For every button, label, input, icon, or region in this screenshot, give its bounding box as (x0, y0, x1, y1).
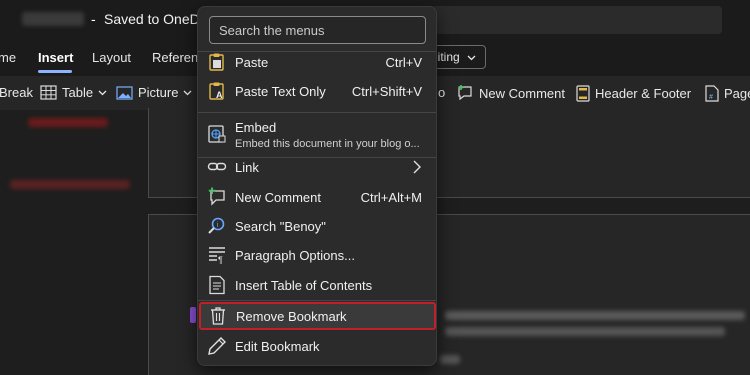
chevron-down-icon (98, 90, 107, 95)
menu-item-label: Search "Benoy" (235, 219, 326, 234)
menu-item-label: Paragraph Options... (235, 248, 355, 263)
table-icon (40, 85, 57, 100)
svg-text:¶: ¶ (218, 255, 223, 265)
break-button[interactable]: Break (0, 85, 33, 100)
chevron-down-icon (467, 55, 476, 61)
menu-item-insert-toc[interactable]: Insert Table of Contents (198, 271, 436, 299)
tab-home[interactable]: me (0, 50, 16, 65)
header-footer-label: Header & Footer (595, 86, 692, 101)
paste-text-only-icon: A (209, 82, 224, 100)
menu-item-label: Embed (235, 120, 277, 135)
menu-divider (198, 300, 436, 301)
header-footer-icon (576, 85, 590, 102)
menu-item-label: Remove Bookmark (236, 309, 347, 324)
tab-references[interactable]: Referen (152, 50, 198, 65)
menu-item-edit-bookmark[interactable]: Edit Bookmark (198, 332, 436, 360)
title-search-box[interactable] (420, 6, 722, 34)
picture-button[interactable]: Picture (116, 85, 192, 100)
partial-toolbar-button[interactable]: o (438, 85, 445, 100)
blurred-text (445, 311, 745, 320)
context-menu: Paste Ctrl+V A Paste Text Only Ctrl+Shif… (197, 6, 437, 366)
menu-item-label: Paste (235, 55, 269, 70)
svg-text:A: A (216, 90, 223, 100)
pencil-icon (208, 337, 226, 355)
tab-layout[interactable]: Layout (92, 50, 131, 65)
svg-text:i: i (217, 222, 219, 229)
search-icon: i (208, 217, 225, 234)
menu-item-remove-bookmark[interactable]: Remove Bookmark (199, 302, 436, 330)
document-name[interactable] (22, 12, 84, 26)
new-comment-icon (458, 85, 472, 101)
svg-text:#: # (709, 94, 713, 101)
menu-item-label: Link (235, 160, 259, 175)
trash-icon (211, 307, 225, 325)
title-separator: - (91, 11, 96, 27)
picture-icon (116, 85, 133, 100)
paragraph-icon: ¶ (209, 247, 225, 265)
page-numbers-button[interactable]: # Page (705, 85, 750, 102)
page-label: Page (724, 86, 750, 101)
chevron-right-icon (413, 160, 421, 174)
table-label: Table (62, 85, 94, 100)
picture-label: Picture (138, 85, 179, 100)
menu-item-shortcut: Ctrl+V (385, 55, 422, 70)
menu-item-description: Embed this document in your blog o... (235, 138, 420, 150)
active-tab-indicator (38, 70, 72, 73)
menu-item-paste-text-only[interactable]: A Paste Text Only Ctrl+Shift+V (198, 77, 436, 105)
embed-icon (208, 125, 226, 143)
blurred-text (445, 327, 725, 336)
break-label: Break (0, 85, 33, 100)
menu-item-label: Insert Table of Contents (235, 278, 373, 293)
menu-item-embed[interactable]: Embed Embed this document in your blog o… (198, 113, 436, 157)
menu-item-label: Paste Text Only (235, 84, 326, 99)
table-of-contents-icon (209, 275, 225, 295)
blurred-text (10, 180, 130, 189)
menu-item-shortcut: Ctrl+Shift+V (351, 84, 422, 99)
menu-item-search[interactable]: i Search "Benoy" (198, 212, 436, 240)
blurred-text (440, 355, 460, 364)
menu-item-paragraph-options[interactable]: ¶ Paragraph Options... (198, 241, 436, 269)
new-comment-icon (208, 187, 225, 206)
menu-item-paste[interactable]: Paste Ctrl+V (198, 48, 436, 76)
bookmark-marker (190, 307, 196, 323)
new-comment-button[interactable]: New Comment (456, 85, 565, 101)
menu-item-label: Edit Bookmark (235, 339, 320, 354)
chevron-down-icon (184, 90, 192, 95)
menu-item-link[interactable]: Link (198, 153, 436, 181)
new-comment-label: New Comment (479, 85, 565, 101)
menu-item-shortcut: Ctrl+Alt+M (360, 190, 422, 205)
blurred-text (28, 118, 108, 127)
table-button[interactable]: Table (40, 85, 107, 100)
menu-search-input[interactable] (209, 16, 426, 44)
link-icon (207, 162, 227, 171)
header-footer-button[interactable]: Header & Footer (576, 85, 691, 102)
partial-label: o (438, 85, 446, 100)
paste-icon (209, 53, 224, 71)
menu-item-label: New Comment (235, 190, 321, 205)
menu-item-new-comment[interactable]: New Comment Ctrl+Alt+M (198, 183, 436, 211)
tab-insert[interactable]: Insert (38, 50, 73, 65)
page-number-icon: # (705, 85, 719, 102)
